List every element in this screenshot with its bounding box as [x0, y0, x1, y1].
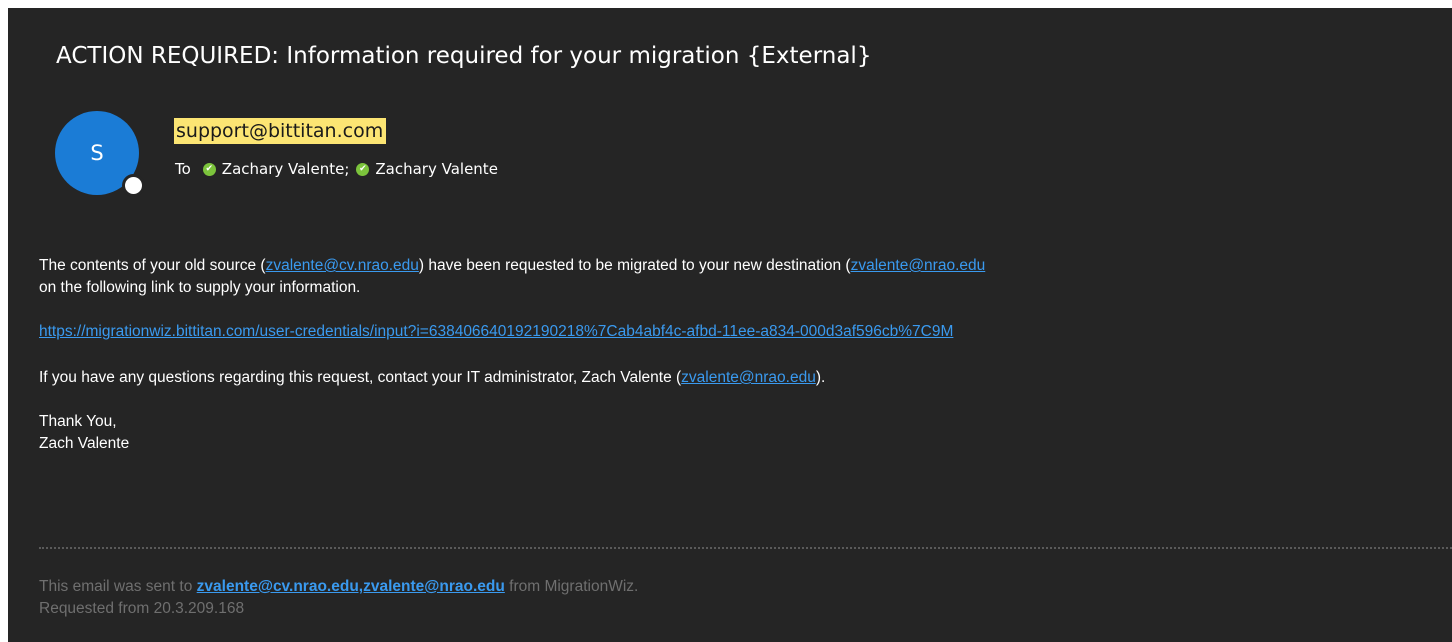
email-body: The contents of your old source (zvalent…	[39, 255, 1452, 455]
recipients-line: To ✔ Zachary Valente ; ✔ Zachary Valente	[175, 159, 498, 179]
sender-address[interactable]: support@bittitan.com	[174, 118, 387, 144]
email-reading-pane: ACTION REQUIRED: Information required fo…	[8, 8, 1452, 642]
recipient-name: Zachary Valente	[375, 160, 498, 178]
avatar-initial: S	[90, 141, 104, 165]
admin-email-link[interactable]: zvalente@nrao.edu	[681, 369, 816, 386]
body-paragraph: The contents of your old source (zvalent…	[39, 255, 1452, 277]
body-text: ) have been requested to be migrated to …	[418, 257, 851, 274]
recipient-separator: ;	[344, 160, 350, 178]
email-subject: ACTION REQUIRED: Information required fo…	[56, 43, 872, 69]
to-label: To	[175, 160, 191, 178]
presence-status-icon	[122, 174, 145, 197]
signoff: Thank You,	[39, 413, 117, 430]
check-icon: ✔	[356, 162, 370, 176]
body-paragraph: If you have any questions regarding this…	[39, 367, 1452, 389]
sent-to-link[interactable]: zvalente@cv.nrao.edu,zvalente@nrao.edu	[197, 578, 505, 595]
footer-divider	[39, 547, 1452, 549]
email-footer: This email was sent to zvalente@cv.nrao.…	[39, 576, 638, 620]
footer-text: This email was sent to	[39, 578, 197, 595]
destination-email-link[interactable]: zvalente@nrao.edu	[851, 257, 986, 274]
recipient[interactable]: ✔ Zachary Valente	[356, 159, 498, 179]
body-text: The contents of your old source (	[39, 257, 266, 274]
footer-line: This email was sent to zvalente@cv.nrao.…	[39, 576, 638, 598]
body-paragraph: https://migrationwiz.bittitan.com/user-c…	[39, 321, 1452, 343]
body-text: If you have any questions regarding this…	[39, 369, 682, 386]
footer-text: from MigrationWiz.	[504, 578, 639, 595]
body-paragraph: on the following link to supply your inf…	[39, 279, 361, 296]
signature: Zach Valente	[39, 435, 130, 452]
recipient-name: Zachary Valente	[221, 160, 345, 178]
recipient[interactable]: ✔ Zachary Valente	[202, 159, 345, 179]
requested-from: Requested from 20.3.209.168	[39, 600, 245, 617]
body-text: ).	[815, 369, 826, 386]
migration-credentials-link[interactable]: https://migrationwiz.bittitan.com/user-c…	[39, 323, 953, 340]
check-icon: ✔	[202, 162, 216, 176]
source-email-link[interactable]: zvalente@cv.nrao.edu	[266, 257, 419, 274]
